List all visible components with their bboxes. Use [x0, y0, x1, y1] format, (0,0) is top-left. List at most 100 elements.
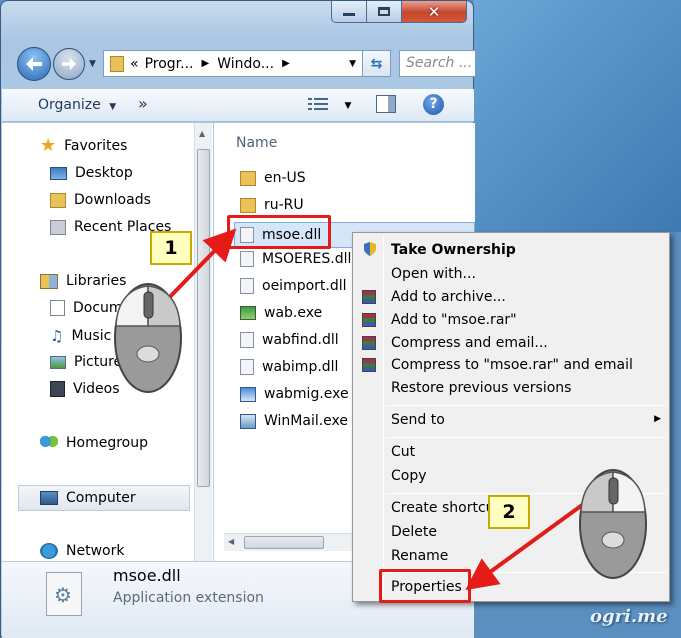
menu-send-to[interactable]: Send to: [391, 412, 445, 428]
menu-compress-rar-email[interactable]: Compress to "msoe.rar" and email: [391, 357, 633, 373]
nav-computer-label: Computer: [66, 490, 136, 506]
dll-file-icon: [240, 332, 254, 348]
folder-icon: [240, 170, 256, 186]
minimize-button[interactable]: [331, 1, 367, 23]
file-item[interactable]: wabimp.dll: [240, 359, 338, 375]
address-dropdown-icon[interactable]: ▼: [349, 59, 356, 69]
address-segment-program-files[interactable]: Progr...: [145, 56, 194, 72]
file-list-hscroll-thumb[interactable]: [244, 536, 324, 549]
menu-delete[interactable]: Delete: [391, 524, 437, 540]
menu-rename[interactable]: Rename: [391, 548, 448, 564]
menu-open-with[interactable]: Open with...: [391, 266, 476, 282]
nav-favorites[interactable]: ★ Favorites: [40, 135, 127, 156]
chevron-right-icon[interactable]: ▶: [282, 58, 290, 69]
column-header-name[interactable]: Name: [236, 135, 277, 151]
nav-music[interactable]: ♫ Music: [50, 327, 111, 345]
more-commands-button[interactable]: »: [138, 94, 148, 113]
command-bar: Organize ▼ » ▼ ?: [2, 89, 474, 122]
chevron-down-icon: ▼: [109, 102, 117, 112]
nav-videos[interactable]: Videos: [50, 381, 120, 397]
maximize-button[interactable]: [366, 1, 402, 23]
preview-pane-button[interactable]: [376, 95, 396, 113]
file-item[interactable]: en-US: [240, 170, 306, 186]
dll-file-icon: [240, 278, 254, 294]
exe-file-icon: [240, 386, 256, 402]
file-item-label: wabimp.dll: [262, 359, 339, 375]
organize-button[interactable]: Organize ▼: [38, 97, 116, 113]
menu-take-ownership[interactable]: Take Ownership: [391, 242, 516, 258]
downloads-folder-icon: [50, 192, 66, 208]
gear-icon: ⚙: [54, 583, 72, 607]
details-file-name: msoe.dll: [113, 566, 181, 585]
dll-file-icon: ⚙: [46, 572, 82, 616]
nav-network-label: Network: [66, 543, 125, 559]
address-overflow[interactable]: «: [130, 56, 139, 72]
organize-label: Organize: [38, 97, 101, 113]
file-item-label: wabfind.dll: [262, 332, 339, 348]
star-icon: ★: [40, 135, 57, 156]
nav-documents[interactable]: Docum: [50, 300, 123, 316]
menu-add-to-archive[interactable]: Add to archive...: [391, 289, 506, 305]
file-item-label: oeimport.dll: [262, 278, 347, 294]
back-button[interactable]: [17, 47, 51, 81]
search-input[interactable]: Search ...: [399, 50, 475, 77]
details-view-icon: [308, 98, 328, 110]
file-item-label: WinMail.exe: [264, 413, 349, 429]
exe-file-icon: [240, 306, 256, 320]
nav-downloads[interactable]: Downloads: [50, 192, 151, 208]
dll-file-icon: [240, 251, 254, 267]
nav-downloads-label: Downloads: [74, 192, 151, 208]
file-item-label: MSOERES.dll: [262, 251, 352, 267]
recent-pages-chevron-icon[interactable]: ▼: [89, 59, 96, 69]
videos-icon: [50, 381, 65, 397]
menu-cut[interactable]: Cut: [391, 444, 415, 460]
view-options-button[interactable]: ▼: [308, 97, 351, 115]
nav-desktop[interactable]: Desktop: [50, 165, 133, 181]
file-item[interactable]: WinMail.exe: [240, 413, 348, 429]
winrar-icon: [362, 313, 376, 327]
file-item[interactable]: wabfind.dll: [240, 332, 339, 348]
scroll-left-icon[interactable]: ◀: [228, 537, 234, 546]
highlight-selected-file: [227, 215, 331, 249]
menu-add-to-rar[interactable]: Add to "msoe.rar": [391, 312, 517, 328]
refresh-icon: ⇆: [370, 55, 383, 72]
desktop-background: [474, 0, 681, 232]
nav-network[interactable]: Network: [40, 543, 124, 559]
file-item[interactable]: MSOERES.dll: [240, 251, 351, 267]
file-item[interactable]: ru-RU: [240, 197, 304, 213]
libraries-icon: [40, 273, 58, 289]
arrow-left-icon: [26, 57, 42, 71]
refresh-button[interactable]: ⇆: [363, 50, 391, 77]
address-segment-windows[interactable]: Windo...: [217, 56, 274, 72]
step-1-callout: 1: [150, 231, 192, 265]
file-item-label: en-US: [264, 170, 306, 186]
winrar-icon: [362, 336, 376, 350]
menu-copy[interactable]: Copy: [391, 468, 427, 484]
file-item[interactable]: oeimport.dll: [240, 278, 347, 294]
menu-separator: [386, 405, 666, 406]
nav-pane-scrollbar[interactable]: ▲: [194, 123, 212, 561]
help-icon: ?: [429, 96, 438, 112]
file-item[interactable]: wab.exe: [240, 305, 322, 321]
file-item-label: wab.exe: [264, 305, 323, 321]
folder-icon: [110, 55, 124, 72]
nav-homegroup-label: Homegroup: [66, 435, 149, 451]
nav-desktop-label: Desktop: [75, 165, 133, 181]
forward-button[interactable]: [53, 48, 85, 80]
scroll-up-icon[interactable]: ▲: [199, 129, 205, 138]
chevron-down-icon: ▼: [344, 101, 352, 111]
nav-homegroup[interactable]: Homegroup: [40, 435, 148, 451]
nav-computer[interactable]: Computer: [18, 485, 190, 511]
nav-pictures[interactable]: Picture: [50, 354, 122, 370]
address-bar[interactable]: « Progr... ▶ Windo... ▶ ▼: [103, 50, 363, 77]
preview-pane-icon: [388, 96, 395, 112]
menu-compress-email[interactable]: Compress and email...: [391, 335, 548, 351]
menu-create-shortcut[interactable]: Create shortcut: [391, 500, 500, 516]
nav-pane-scroll-thumb[interactable]: [197, 149, 210, 487]
documents-icon: [50, 300, 65, 316]
close-button[interactable]: ✕: [401, 1, 467, 23]
help-button[interactable]: ?: [423, 94, 444, 115]
chevron-right-icon[interactable]: ▶: [202, 58, 210, 69]
file-item[interactable]: wabmig.exe: [240, 386, 349, 402]
menu-restore-versions[interactable]: Restore previous versions: [391, 380, 571, 396]
